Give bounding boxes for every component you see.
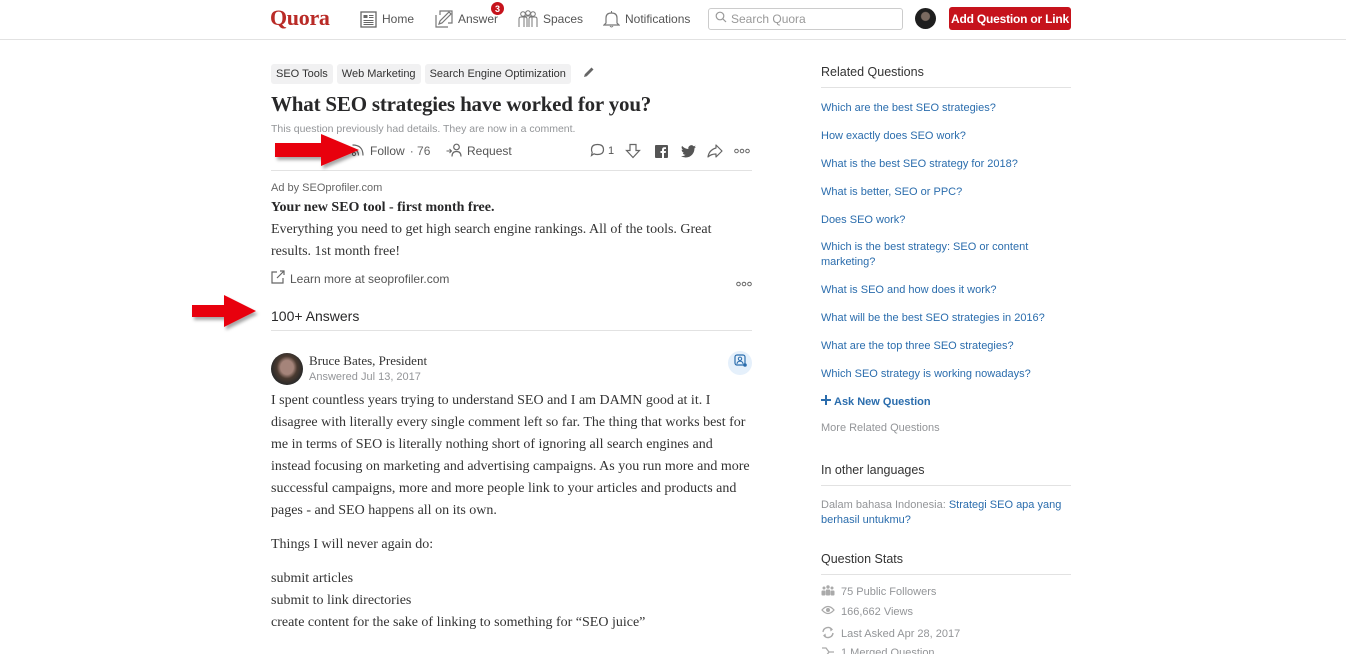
stat-text: 75 Public Followers <box>841 586 937 598</box>
follow-count: · 76 <box>409 144 431 158</box>
followers-icon <box>821 585 835 599</box>
ad-link-text: Learn more at seoprofiler.com <box>290 271 450 286</box>
divider <box>821 574 1071 575</box>
merge-icon <box>821 646 835 654</box>
answer-list: submit articles submit to link directori… <box>271 568 752 634</box>
quora-logo[interactable]: Quora <box>270 5 330 31</box>
stat-text: 166,662 Views <box>841 605 913 618</box>
ad-sponsor: Ad by SEOprofiler.com <box>271 182 383 194</box>
ad-more-options-icon[interactable] <box>736 274 752 292</box>
ask-new-question-link[interactable]: Ask New Question <box>821 395 931 408</box>
nav-answer[interactable]: Answer 3 <box>435 2 504 30</box>
user-avatar[interactable] <box>915 8 936 29</box>
stat-merged[interactable]: 1 Merged Question <box>821 646 935 654</box>
ad-title[interactable]: Your new SEO tool - first month free. <box>271 200 494 216</box>
request-person-icon <box>446 143 462 160</box>
related-question-link[interactable]: Does SEO work? <box>821 213 1066 228</box>
request-label: Request <box>467 144 512 158</box>
related-question-link[interactable]: How exactly does SEO work? <box>821 129 1066 144</box>
answer-pencil-icon <box>435 10 453 28</box>
divider <box>821 87 1071 88</box>
add-question-button[interactable]: Add Question or Link <box>949 7 1071 30</box>
annotation-arrow-follow <box>275 134 359 166</box>
top-navbar: Quora Home Answer 3 Spaces Notifications… <box>0 0 1346 40</box>
author-name[interactable]: Bruce Bates, President <box>309 353 427 369</box>
more-options-icon[interactable] <box>734 148 750 154</box>
answer-list-item: submit to link directories <box>271 593 412 608</box>
more-related-questions-link[interactable]: More Related Questions <box>821 422 940 434</box>
nav-spaces-label: Spaces <box>543 12 584 26</box>
question-stats-heading: Question Stats <box>821 552 903 566</box>
related-question-link[interactable]: Which is the best strategy: SEO or conte… <box>821 240 1046 270</box>
topic-tag[interactable]: SEO Tools <box>271 64 333 84</box>
related-question-link[interactable]: What is the best SEO strategy for 2018? <box>821 157 1066 172</box>
related-question-link[interactable]: What will be the best SEO strategies in … <box>821 311 1066 326</box>
stat-last-asked: Last Asked Apr 28, 2017 <box>821 626 960 642</box>
related-question-link[interactable]: What is better, SEO or PPC? <box>821 185 1066 200</box>
nav-home[interactable]: Home <box>360 8 414 30</box>
nav-answer-label: Answer <box>458 12 499 26</box>
topic-list: SEO Tools Web Marketing Search Engine Op… <box>271 64 752 84</box>
answer-date[interactable]: Answered Jul 13, 2017 <box>309 371 421 383</box>
answer-paragraph: Things I will never again do: <box>271 537 434 552</box>
edit-topics-pencil-icon[interactable] <box>583 65 595 83</box>
comments-button[interactable]: 1 <box>590 143 614 160</box>
related-question-link[interactable]: What is SEO and how does it work? <box>821 283 1066 298</box>
search-input[interactable] <box>731 12 901 26</box>
stat-text: 1 Merged Question <box>841 647 935 654</box>
related-questions-heading: Related Questions <box>821 65 924 79</box>
question-title: What SEO strategies have worked for you? <box>271 92 652 116</box>
plus-icon <box>821 395 831 408</box>
stat-text: Last Asked Apr 28, 2017 <box>841 628 961 640</box>
answer-count-badge: 3 <box>491 2 504 15</box>
question-main: SEO Tools Web Marketing Search Engine Op… <box>271 64 752 630</box>
comment-bubble-icon <box>590 143 605 160</box>
follow-author-button[interactable] <box>728 351 752 375</box>
topic-tag[interactable]: Search Engine Optimization <box>424 64 571 84</box>
answer-paragraph: I spent countless years trying to unders… <box>271 393 750 518</box>
answer-body: I spent countless years trying to unders… <box>271 390 752 634</box>
search-icon <box>715 10 727 28</box>
add-person-icon <box>733 354 747 372</box>
stat-views: 166,662 Views <box>821 605 913 618</box>
nav-notifications[interactable]: Notifications <box>603 8 690 30</box>
answers-count-heading: 100+ Answers <box>271 308 360 324</box>
share-arrow-icon[interactable] <box>707 144 723 158</box>
ad-learn-more-link[interactable]: Learn more at seoprofiler.com <box>271 270 449 287</box>
downvote-arrow-icon[interactable] <box>625 143 641 159</box>
refresh-icon <box>821 626 835 642</box>
request-button[interactable]: Request <box>446 143 512 160</box>
twitter-share-icon[interactable] <box>681 144 696 158</box>
divider <box>271 330 752 331</box>
related-question-link[interactable]: Which are the best SEO strategies? <box>821 101 1066 116</box>
stat-followers: 75 Public Followers <box>821 585 936 599</box>
home-icon <box>360 10 377 28</box>
related-question-link[interactable]: Which SEO strategy is working nowadays? <box>821 367 1066 382</box>
ad-body: Everything you need to get high search e… <box>271 222 712 259</box>
other-languages-heading: In other languages <box>821 463 925 477</box>
bell-icon <box>603 10 620 28</box>
answer-list-item: submit articles <box>271 571 354 586</box>
nav-spaces[interactable]: Spaces <box>518 8 583 30</box>
divider <box>821 485 1071 486</box>
spaces-icon <box>518 10 538 28</box>
facebook-share-icon[interactable] <box>655 144 668 158</box>
topic-tag[interactable]: Web Marketing <box>336 64 421 84</box>
language-entry: Dalam bahasa Indonesia: Strategi SEO apa… <box>821 498 1066 528</box>
annotation-arrow-answers <box>192 295 256 327</box>
related-question-link[interactable]: What are the top three SEO strategies? <box>821 339 1066 354</box>
language-prefix: Dalam bahasa Indonesia: <box>821 499 949 511</box>
answer-list-item: create content for the sake of linking t… <box>271 615 646 630</box>
external-link-icon <box>271 270 285 287</box>
nav-home-label: Home <box>382 12 415 26</box>
follow-label: Follow <box>370 144 405 158</box>
comment-count: 1 <box>608 145 615 157</box>
nav-notifications-label: Notifications <box>625 12 691 26</box>
search-box[interactable] <box>708 8 903 30</box>
author-avatar[interactable] <box>271 353 303 385</box>
ask-new-label: Ask New Question <box>834 395 931 408</box>
eye-icon <box>821 605 835 618</box>
